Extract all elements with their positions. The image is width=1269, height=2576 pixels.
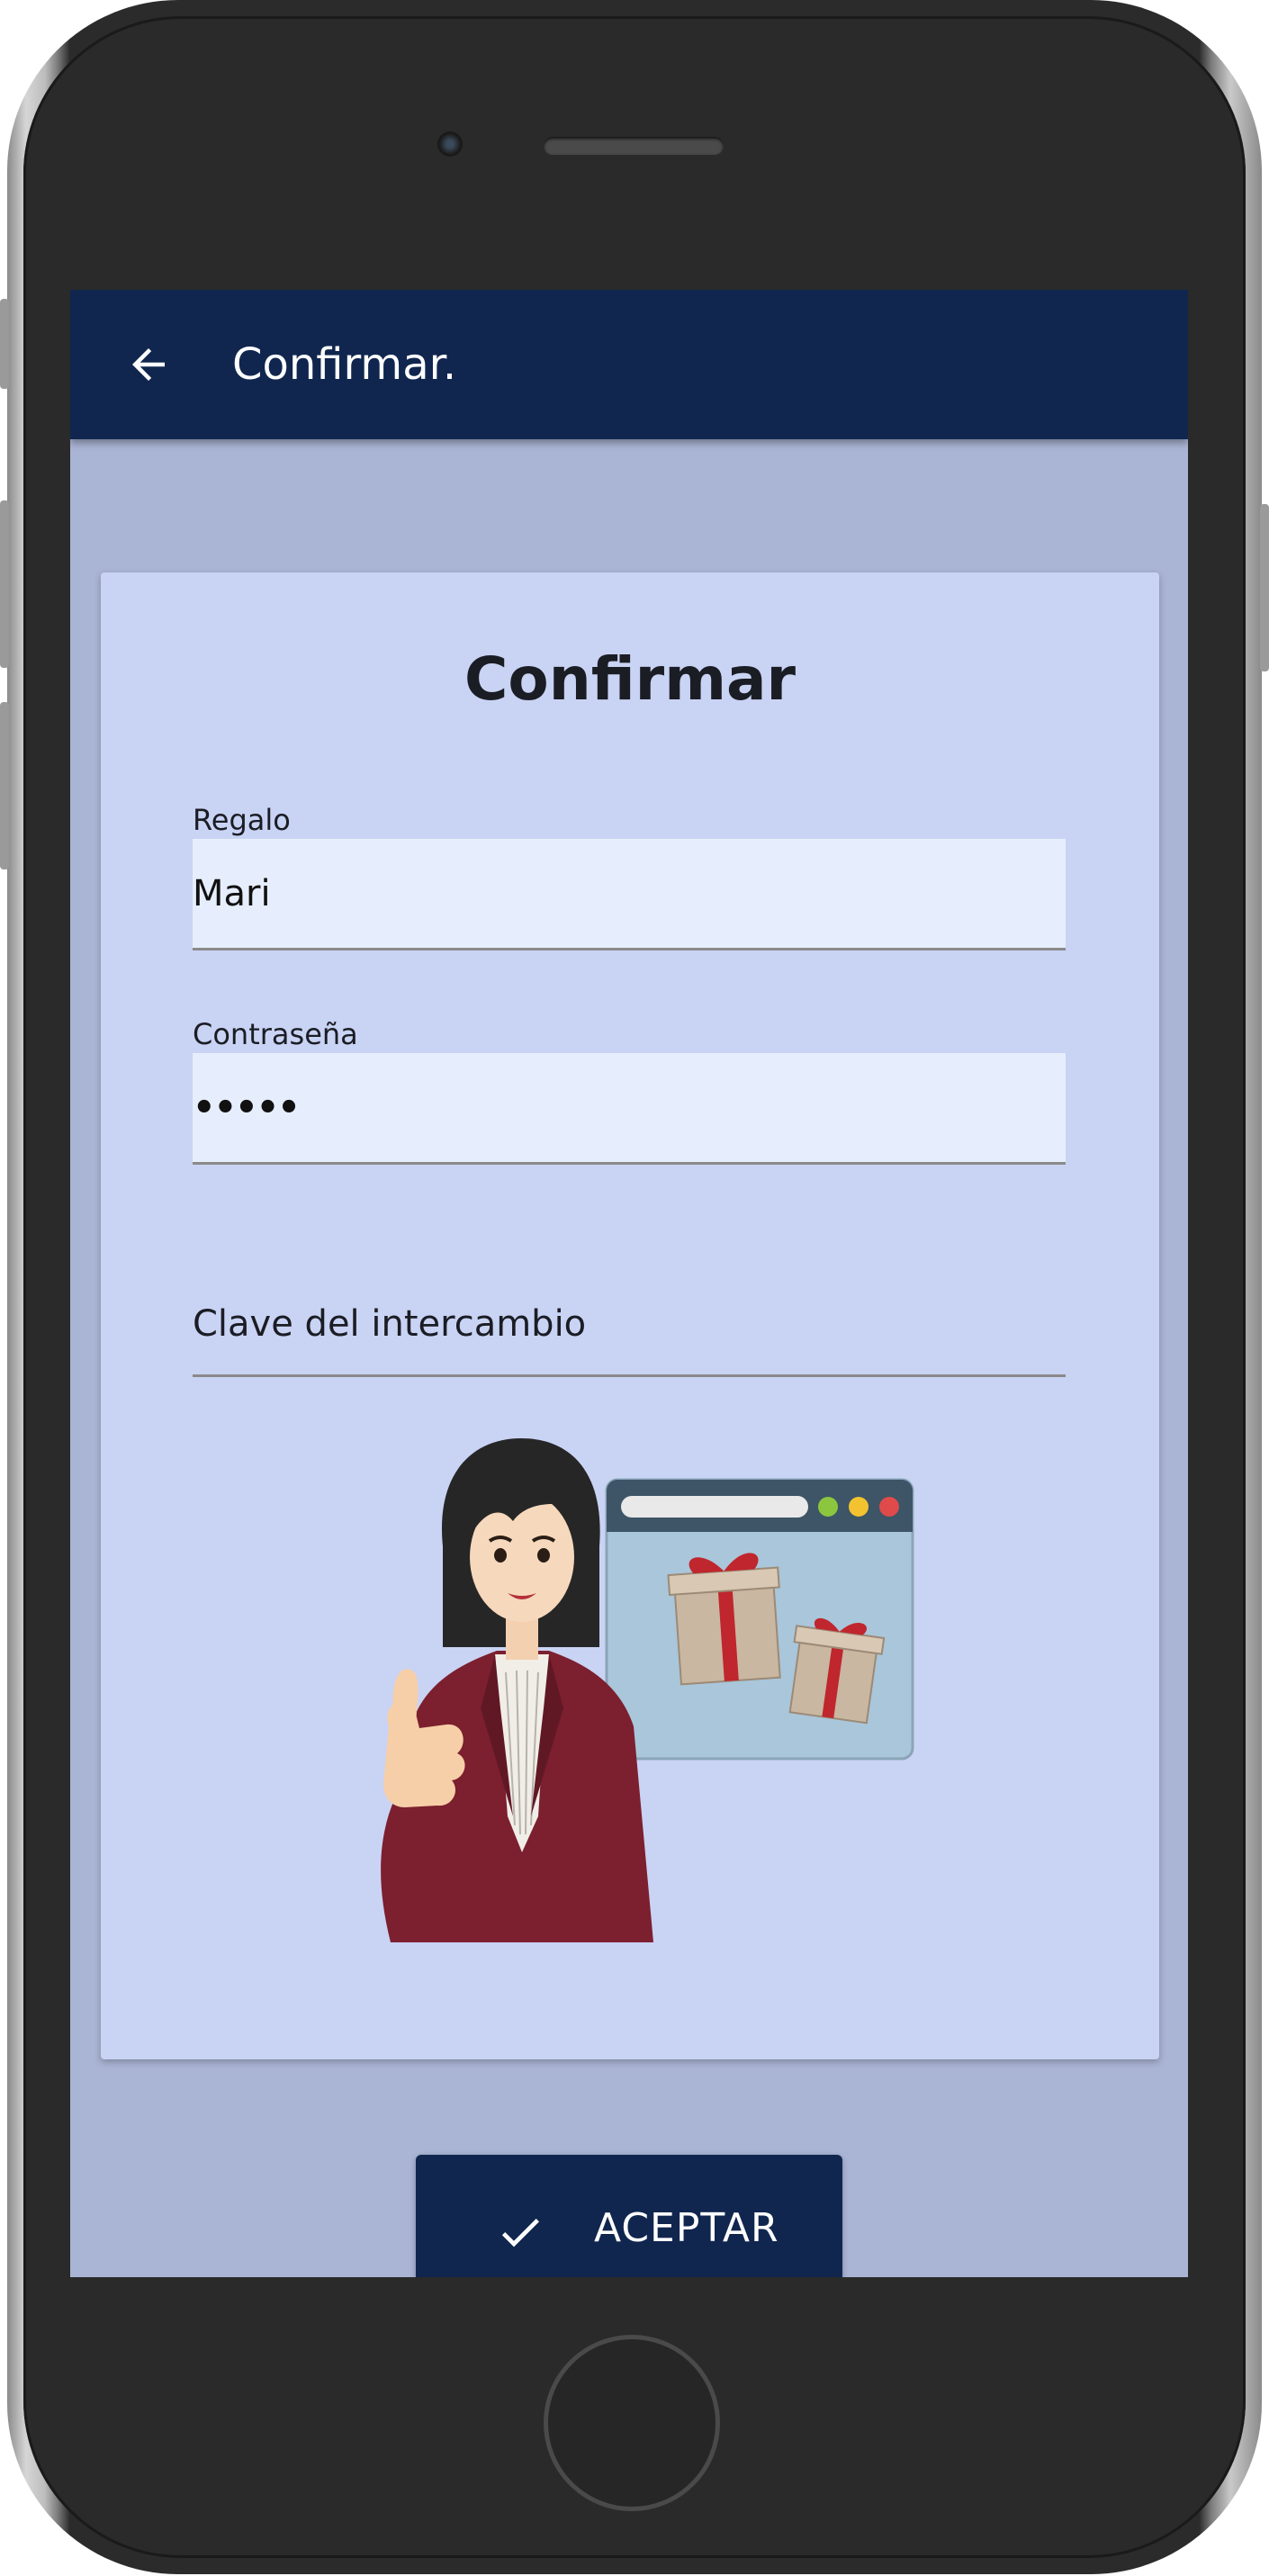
phone-volume-down-button <box>0 702 9 869</box>
home-button[interactable] <box>544 2335 720 2511</box>
phone-mute-switch <box>0 299 9 389</box>
password-field-value: ••••• <box>193 1087 301 1129</box>
earpiece-speaker <box>544 137 724 155</box>
app-screen: Confirmar. Confirmar Regalo Mari Contras… <box>70 290 1188 2277</box>
exchange-key-placeholder: Clave del intercambio <box>193 1303 587 1345</box>
gift-field-label: Regalo <box>193 803 291 837</box>
app-bar: Confirmar. <box>70 290 1188 439</box>
password-field-label: Contraseña <box>193 1017 358 1051</box>
arrow-left-icon <box>132 348 165 381</box>
woman-thumbs-up-gifts-illustration <box>381 1438 914 1942</box>
gift-field[interactable]: Mari <box>193 839 1066 950</box>
back-button[interactable] <box>121 337 176 392</box>
password-field[interactable]: ••••• <box>193 1053 1066 1165</box>
confirm-card: Confirmar Regalo Mari Contraseña ••••• C… <box>101 572 1159 2059</box>
page-title: Confirmar. <box>232 339 457 390</box>
accept-button-label: ACEPTAR <box>594 2205 779 2251</box>
exchange-key-field[interactable]: Clave del intercambio <box>193 1265 1066 1377</box>
accept-button[interactable]: ACEPTAR <box>416 2155 842 2277</box>
card-title: Confirmar <box>464 644 796 714</box>
phone-power-button <box>1260 504 1269 671</box>
front-camera <box>437 131 463 157</box>
check-icon <box>501 2219 539 2247</box>
gift-field-value: Mari <box>193 873 271 914</box>
phone-volume-up-button <box>0 500 9 668</box>
